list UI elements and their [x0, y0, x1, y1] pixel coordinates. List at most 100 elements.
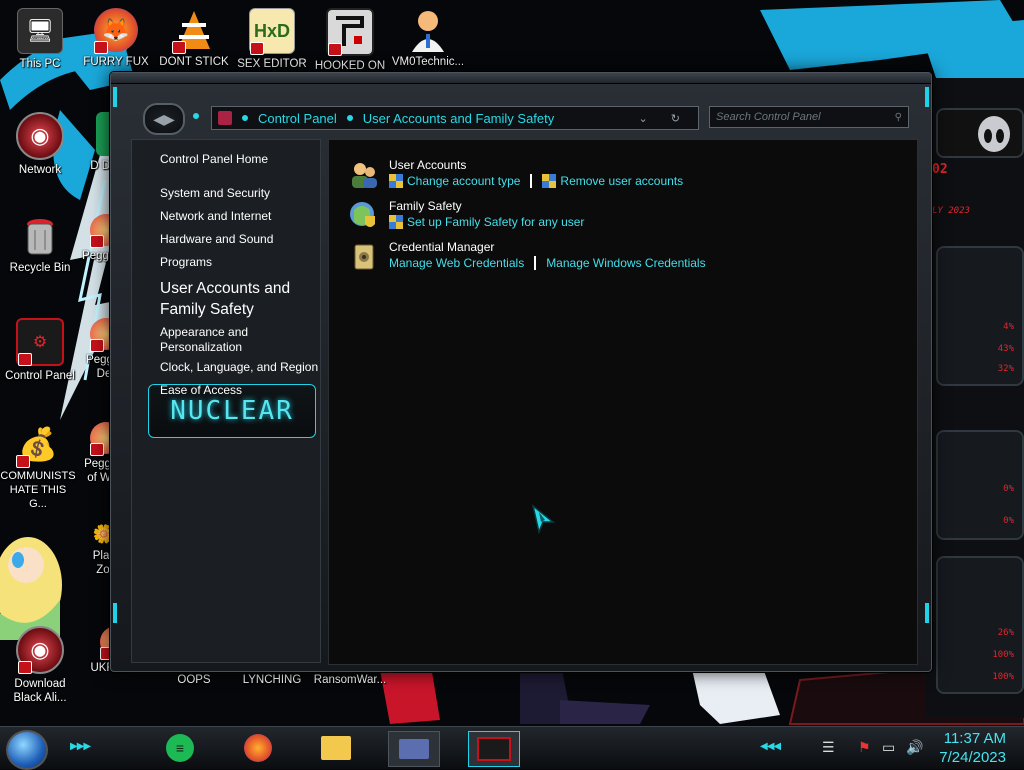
sidebar-item-programs[interactable]: Programs: [160, 255, 212, 269]
gadget-value: 26%: [997, 628, 1014, 638]
recycle-bin-icon: [18, 214, 62, 258]
clock-time: 11:37 AM: [943, 730, 1006, 747]
family-safety-icon: [349, 200, 379, 230]
desktop-icon-furry-fux[interactable]: 🦊 FURRY FUX: [78, 8, 154, 69]
desktop-icon-communists[interactable]: 💰 COMMUNISTS HATE THIS G...: [0, 422, 76, 511]
content-pane: User Accounts Change account type Remove…: [328, 139, 918, 665]
remove-user-accounts-link[interactable]: Remove user accounts: [560, 174, 683, 188]
taskbar-accent-icon: ▶▶▶: [70, 741, 91, 752]
clock-date: 7/24/2023: [939, 749, 1006, 766]
desktop-icon-control-panel[interactable]: ⚙ Control Panel: [2, 318, 78, 383]
volume-icon[interactable]: 🔊: [906, 739, 923, 756]
network-globe-icon: ◉: [16, 112, 64, 160]
credential-manager-title[interactable]: Credential Manager: [389, 240, 706, 254]
breadcrumb-separator-icon: [346, 115, 353, 121]
firefox-icon: 🦊: [94, 8, 138, 54]
money-bag-icon: 💰: [16, 422, 60, 468]
file-explorer-button[interactable]: [316, 731, 356, 765]
firefox-icon: [244, 734, 272, 762]
alienware-orb-icon: ◉: [16, 626, 64, 674]
firefox-taskbar-button[interactable]: [238, 731, 278, 765]
sidebar-item-system-security[interactable]: System and Security: [160, 186, 270, 200]
desktop-icon-this-pc[interactable]: 🖥 This PC: [2, 8, 78, 71]
credential-vault-icon: [349, 242, 379, 272]
navigation-bar: ◀▶ Control Panel User Accounts and Famil…: [131, 95, 917, 141]
back-arrow-icon: ◀▶: [153, 110, 175, 127]
gadget-date-fragment: LY 2023: [932, 206, 970, 216]
change-account-type-link[interactable]: Change account type: [407, 174, 520, 188]
window-title-strip[interactable]: [111, 73, 931, 84]
start-button[interactable]: [6, 730, 48, 770]
desktop-icon-network[interactable]: ◉ Network: [2, 112, 78, 177]
user-accounts-title[interactable]: User Accounts: [389, 158, 683, 172]
vlc-cone-icon: [172, 8, 216, 54]
manage-web-credentials-link[interactable]: Manage Web Credentials: [389, 256, 524, 270]
gadget-value: 43%: [997, 344, 1014, 354]
refresh-icon[interactable]: ⌄ ↻: [639, 112, 699, 125]
mouse-cursor-icon: [531, 504, 556, 534]
desktop-icon-oops[interactable]: OOPS: [156, 670, 232, 687]
notes-icon: ≡: [166, 734, 194, 762]
gadget-top-digits: 02: [932, 162, 948, 177]
sidebar-item-clock-language[interactable]: Clock, Language, and Region: [160, 360, 318, 374]
alien-head-module: [936, 108, 1024, 158]
breadcrumb-control-panel[interactable]: Control Panel: [258, 111, 337, 126]
action-center-flag-icon[interactable]: ⚑: [858, 739, 871, 756]
address-bar[interactable]: Control Panel User Accounts and Family S…: [211, 106, 699, 130]
gadget-value: 0%: [1003, 484, 1014, 494]
sidebar: Control Panel Home System and Security N…: [131, 139, 321, 663]
uac-shield-icon: [542, 174, 557, 188]
family-safety-section: Family Safety Set up Family Safety for a…: [389, 199, 584, 229]
window-icon: [399, 739, 429, 759]
sidebar-item-appearance[interactable]: Appearance and Personalization: [160, 325, 280, 355]
sidebar-item-hardware-sound[interactable]: Hardware and Sound: [160, 232, 273, 246]
desktop-icon-ransomware[interactable]: RansomWar...: [312, 670, 388, 687]
system-monitor-gadget: 02 LY 2023 4% 43% 32% 0% 0% 26% 100% 100…: [926, 78, 1024, 718]
control-panel-icon: ⚙: [16, 318, 64, 366]
back-button[interactable]: ◀▶: [143, 103, 185, 135]
control-panel-small-icon: [218, 111, 232, 125]
alien-head-icon: [978, 116, 1010, 152]
gadget-value: 100%: [992, 650, 1014, 660]
network-tray-icon[interactable]: ▭: [882, 739, 895, 756]
control-panel-icon: [477, 737, 511, 761]
link-separator: [534, 256, 537, 270]
desktop-icon-lynching[interactable]: LYNCHING: [234, 670, 310, 687]
computer-icon: 🖥: [17, 8, 63, 54]
desktop-icon-sex-editor[interactable]: HxD SEX EDITOR: [234, 8, 310, 71]
desktop-icon-hooked-on[interactable]: HOOKED ON: [312, 8, 388, 73]
desktop-icon-vm0technic[interactable]: VM0Technic...: [390, 8, 466, 69]
gadget-value: 0%: [1003, 516, 1014, 526]
sidebar-item-user-accounts: User Accounts and Family Safety: [160, 280, 291, 318]
hxd-editor-icon: HxD: [249, 8, 295, 55]
desktop-icon-download-black-ali[interactable]: ◉ Download Black Ali...: [2, 626, 78, 705]
manage-windows-credentials-link[interactable]: Manage Windows Credentials: [546, 256, 705, 270]
notes-app-button[interactable]: ≡: [160, 731, 200, 765]
setup-family-safety-link[interactable]: Set up Family Safety for any user: [407, 215, 584, 229]
maze-game-icon: [326, 8, 374, 56]
sidebar-item-ease-of-access[interactable]: Ease of Access: [160, 383, 242, 397]
search-icon[interactable]: ⚲: [895, 112, 902, 123]
control-panel-window[interactable]: ◀▶ Control Panel User Accounts and Famil…: [110, 72, 932, 672]
sidebar-item-network-internet[interactable]: Network and Internet: [160, 209, 271, 223]
desktop-icon-dont-stick[interactable]: DONT STICK: [156, 8, 232, 69]
credential-manager-section: Credential Manager Manage Web Credential…: [389, 240, 706, 270]
system-clock[interactable]: 11:37 AM 7/24/2023: [939, 729, 1006, 767]
desktop-icon-recycle-bin[interactable]: Recycle Bin: [2, 214, 78, 275]
breadcrumb-user-accounts[interactable]: User Accounts and Family Safety: [363, 111, 554, 126]
family-safety-title[interactable]: Family Safety: [389, 199, 584, 213]
sidebar-item-home[interactable]: Control Panel Home: [160, 152, 268, 166]
link-separator: [530, 174, 533, 188]
folder-icon: [321, 736, 351, 760]
search-placeholder: Search Control Panel: [716, 111, 821, 123]
taskbar: ▶▶▶ ≡ ◀◀◀ ☰ ⚑ ▭ 🔊 11:37 AM 7/24/2023: [0, 726, 1024, 770]
user-accounts-icon: [349, 160, 379, 190]
gadget-value: 32%: [997, 364, 1014, 374]
gadget-value: 4%: [1003, 322, 1014, 332]
taskbar-accent-icon: ◀◀◀: [760, 741, 781, 752]
show-hidden-icons-icon[interactable]: ☰: [822, 739, 835, 756]
search-box[interactable]: Search Control Panel ⚲: [709, 106, 909, 128]
taskbar-running-app[interactable]: [388, 731, 440, 767]
control-panel-taskbar-button[interactable]: [468, 731, 520, 767]
window-edge-accent: [113, 87, 117, 107]
